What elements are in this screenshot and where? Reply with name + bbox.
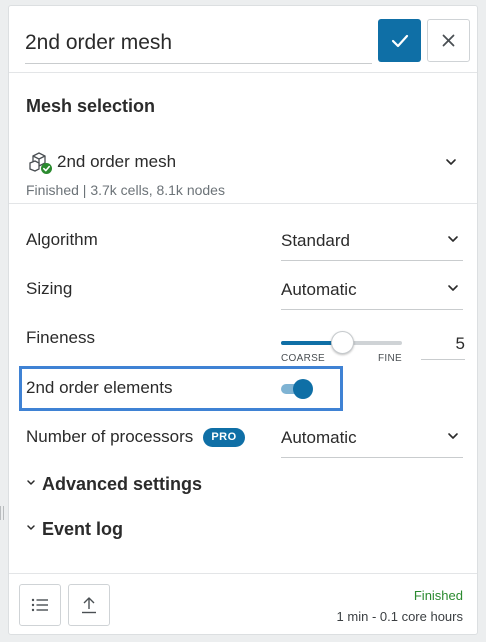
mesh-name-input[interactable] — [25, 22, 372, 64]
sizing-label: Sizing — [26, 279, 73, 298]
algorithm-value: Standard — [281, 231, 350, 250]
chevron-down-icon — [448, 285, 458, 291]
fineness-slider-thumb[interactable] — [330, 331, 354, 354]
sizing-value: Automatic — [281, 280, 357, 299]
panel-resize-handle[interactable] — [0, 506, 4, 520]
toggle-knob — [293, 379, 313, 399]
fineness-slider[interactable] — [281, 331, 402, 354]
chevron-down-icon — [448, 236, 458, 242]
algorithm-select[interactable]: Standard — [281, 225, 463, 261]
list-button[interactable] — [19, 584, 61, 626]
processors-select[interactable]: Automatic — [281, 422, 463, 458]
mesh-name: 2nd order mesh — [57, 152, 177, 171]
algorithm-label: Algorithm — [26, 230, 98, 249]
pro-badge: PRO — [203, 428, 245, 447]
mesh-selection-heading: Mesh selection — [26, 96, 156, 116]
panel-header — [9, 6, 477, 73]
list-icon — [31, 598, 48, 612]
second-order-elements-label: 2nd order elements — [26, 378, 173, 397]
chevron-down-icon — [27, 525, 35, 530]
advanced-settings-label: Advanced settings — [42, 474, 203, 494]
chevron-down-icon — [27, 480, 35, 485]
second-order-elements-toggle[interactable] — [279, 378, 315, 400]
fineness-value-input[interactable]: 5 — [421, 330, 465, 360]
fineness-label: Fineness — [26, 328, 95, 347]
run-summary: 1 min - 0.1 core hours — [336, 609, 463, 624]
processors-value: Automatic — [281, 428, 357, 447]
mesh-selector[interactable]: 2nd order mesh Finished | 3.7k cells, 8.… — [9, 144, 477, 204]
advanced-settings-expander[interactable]: Advanced settings — [26, 471, 206, 499]
close-button[interactable] — [427, 19, 470, 62]
close-icon — [442, 34, 455, 47]
mesh-settings-panel: Mesh selection 2nd order mesh Finished |… — [8, 5, 478, 635]
panel-footer: Finished 1 min - 0.1 core hours — [9, 573, 477, 635]
export-button[interactable] — [68, 584, 110, 626]
sizing-select[interactable]: Automatic — [281, 274, 463, 310]
event-log-label: Event log — [42, 519, 124, 539]
chevron-down-icon — [446, 159, 456, 165]
fineness-min-label: COARSE — [281, 353, 326, 364]
fineness-max-label: FINE — [378, 353, 402, 364]
check-icon — [391, 34, 408, 47]
mesh-status: Finished | 3.7k cells, 8.1k nodes — [26, 182, 225, 198]
event-log-expander[interactable]: Event log — [26, 516, 136, 544]
processors-label: Number of processors — [26, 427, 194, 446]
mesh-finished-icon — [29, 152, 52, 174]
upload-icon — [82, 597, 96, 614]
confirm-button[interactable] — [378, 19, 421, 62]
chevron-down-icon — [448, 433, 458, 439]
run-status: Finished — [413, 588, 463, 603]
